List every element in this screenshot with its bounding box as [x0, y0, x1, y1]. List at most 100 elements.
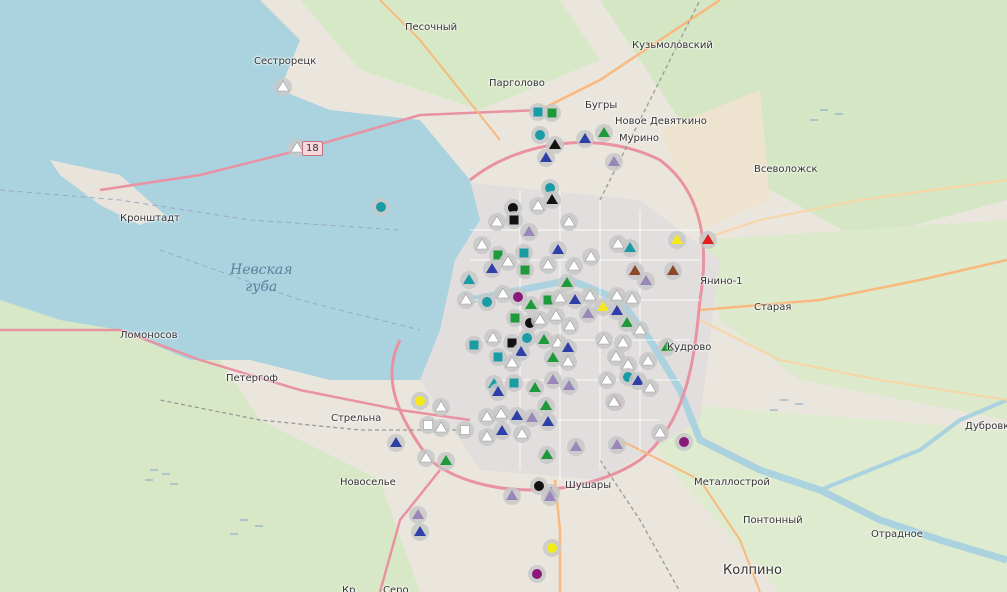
place-label: Отрадное: [871, 529, 923, 540]
poi-marker-white-tri[interactable]: [503, 354, 521, 372]
poi-marker-teal-sq[interactable]: [515, 244, 533, 262]
poi-marker-white-tri[interactable]: [531, 311, 549, 329]
poi-marker-green-tri[interactable]: [595, 124, 613, 142]
place-label: Кр: [342, 585, 356, 592]
poi-marker-white-tri[interactable]: [605, 393, 623, 411]
poi-marker-blue-tri[interactable]: [483, 260, 501, 278]
place-label: Кронштадт: [120, 213, 180, 224]
poi-marker-purple-tri[interactable]: [579, 305, 597, 323]
poi-marker-white-tri[interactable]: [484, 329, 502, 347]
poi-marker-white-tri[interactable]: [539, 256, 557, 274]
poi-marker-purple-tri[interactable]: [503, 487, 521, 505]
poi-marker-white-tri[interactable]: [559, 353, 577, 371]
poi-marker-brown-tri[interactable]: [664, 262, 682, 280]
poi-marker-white-tri[interactable]: [494, 285, 512, 303]
poi-marker-magenta-circ[interactable]: [675, 433, 693, 451]
poi-marker-purple-tri[interactable]: [544, 371, 562, 389]
place-label: Металлострой: [694, 477, 770, 488]
poi-marker-blue-tri[interactable]: [387, 434, 405, 452]
water-label-line-2: губа: [245, 279, 278, 295]
poi-marker-white-tri[interactable]: [274, 78, 292, 96]
poi-marker-purple-tri[interactable]: [567, 438, 585, 456]
place-label: Кузьмоловский: [632, 40, 713, 51]
poi-marker-white-tri[interactable]: [598, 371, 616, 389]
place-label: Новое Девяткино: [615, 116, 707, 127]
place-label: Шушары: [565, 480, 612, 491]
poi-marker-teal-circ[interactable]: [478, 293, 496, 311]
place-label: Сестрорецк: [254, 56, 317, 67]
place-label: Янино-1: [700, 276, 743, 287]
poi-marker-blue-tri[interactable]: [411, 523, 429, 541]
poi-marker-white-sq[interactable]: [456, 421, 474, 439]
poi-marker-white-tri[interactable]: [565, 257, 583, 275]
poi-marker-purple-tri[interactable]: [560, 377, 578, 395]
poi-marker-purple-tri[interactable]: [409, 506, 427, 524]
poi-marker-green-sq[interactable]: [516, 261, 534, 279]
poi-marker-white-tri[interactable]: [473, 236, 491, 254]
poi-marker-white-tri[interactable]: [651, 424, 669, 442]
poi-marker-purple-tri[interactable]: [637, 272, 655, 290]
poi-marker-blue-tri[interactable]: [549, 241, 567, 259]
place-label: Серо: [383, 585, 409, 592]
poi-marker-black-sq[interactable]: [505, 211, 523, 229]
poi-marker-teal-sq[interactable]: [465, 336, 483, 354]
poi-marker-white-tri[interactable]: [417, 449, 435, 467]
poi-marker-red-tri[interactable]: [699, 231, 717, 249]
place-label: Колпино: [723, 563, 782, 578]
place-label: Всеволожск: [754, 164, 818, 175]
poi-marker-purple-tri[interactable]: [541, 488, 559, 506]
poi-marker-green-sq[interactable]: [543, 104, 561, 122]
poi-marker-white-tri[interactable]: [561, 317, 579, 335]
poi-marker-white-tri[interactable]: [432, 419, 450, 437]
poi-marker-white-tri[interactable]: [499, 253, 517, 271]
poi-marker-magenta-circ[interactable]: [528, 565, 546, 583]
poi-marker-purple-tri[interactable]: [520, 223, 538, 241]
poi-marker-blue-tri[interactable]: [576, 130, 594, 148]
poi-marker-white-tri[interactable]: [513, 425, 531, 443]
map-canvas[interactable]: Песочный Кузьмоловский Сестрорецк Парголово…: [0, 0, 1007, 592]
poi-marker-white-tri[interactable]: [492, 405, 510, 423]
poi-marker-blue-tri[interactable]: [537, 149, 555, 167]
poi-marker-purple-tri[interactable]: [605, 153, 623, 171]
water-label: Невская губа: [230, 262, 292, 296]
poi-marker-blue-tri[interactable]: [489, 383, 507, 401]
place-label: Стрельна: [331, 413, 382, 424]
poi-marker-yellow-circ[interactable]: [543, 539, 561, 557]
poi-marker-white-tri[interactable]: [609, 235, 627, 253]
place-label: Новоселье: [340, 477, 396, 488]
poi-marker-white-tri[interactable]: [608, 287, 626, 305]
place-label: Ломоносов: [120, 330, 178, 341]
poi-marker-yellow-circ[interactable]: [411, 392, 429, 410]
poi-marker-white-tri[interactable]: [529, 197, 547, 215]
poi-marker-white-tri[interactable]: [488, 213, 506, 231]
poi-marker-green-tri[interactable]: [437, 452, 455, 470]
poi-marker-purple-tri[interactable]: [608, 436, 626, 454]
poi-marker-green-tri[interactable]: [538, 446, 556, 464]
poi-marker-purple-tri[interactable]: [523, 409, 541, 427]
place-label: Петергоф: [226, 373, 278, 384]
place-label: Бугры: [585, 100, 618, 111]
place-label: Песочный: [405, 22, 458, 33]
poi-marker-white-tri[interactable]: [457, 291, 475, 309]
poi-marker-green-tri[interactable]: [537, 397, 555, 415]
poi-marker-teal-sq[interactable]: [505, 374, 523, 392]
poi-marker-teal-circ[interactable]: [531, 126, 549, 144]
place-label: Дубровка: [965, 421, 1007, 432]
poi-marker-white-tri[interactable]: [582, 248, 600, 266]
poi-marker-white-tri[interactable]: [623, 290, 641, 308]
poi-marker-teal-circ[interactable]: [372, 198, 390, 216]
poi-marker-green-tri[interactable]: [522, 296, 540, 314]
poi-marker-white-tri[interactable]: [432, 398, 450, 416]
poi-marker-blue-tri[interactable]: [539, 413, 557, 431]
water-label-line-1: Невская: [230, 262, 293, 278]
poi-marker-teal-tri[interactable]: [460, 271, 478, 289]
poi-marker-white-tri[interactable]: [631, 321, 649, 339]
poi-marker-green-tri[interactable]: [526, 379, 544, 397]
poi-marker-white-tri[interactable]: [595, 331, 613, 349]
poi-marker-white-tri[interactable]: [641, 379, 659, 397]
poi-marker-white-tri[interactable]: [560, 213, 578, 231]
poi-marker-yellow-tri[interactable]: [668, 231, 686, 249]
poi-marker-white-tri[interactable]: [639, 352, 657, 370]
place-label: Мурино: [619, 133, 660, 144]
poi-marker-blue-tri[interactable]: [493, 422, 511, 440]
